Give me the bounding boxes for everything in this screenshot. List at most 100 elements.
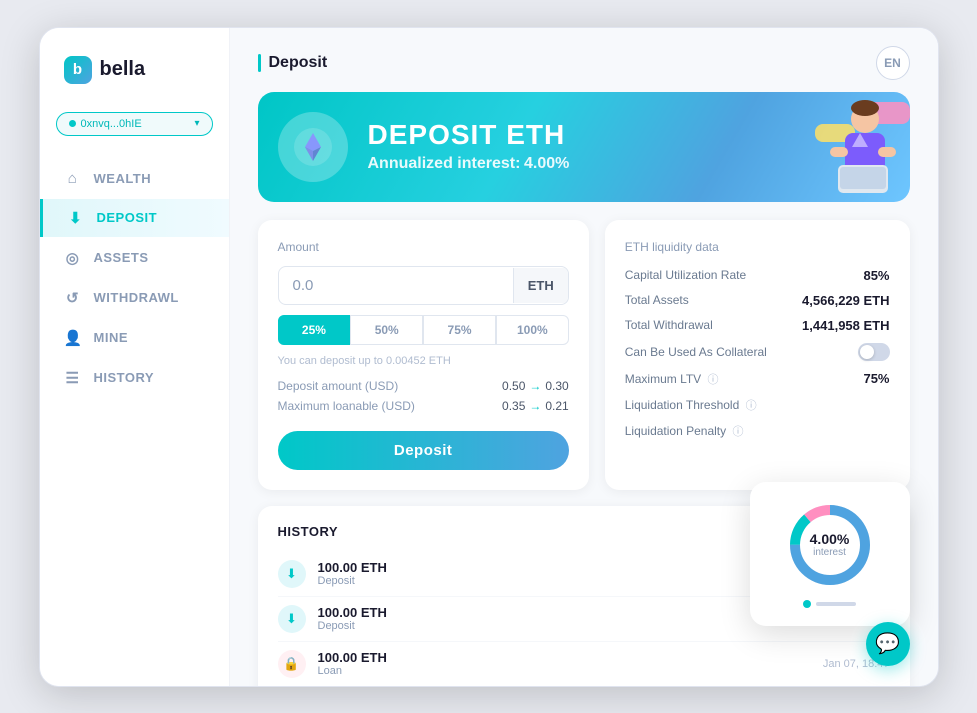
amount-input[interactable] [279, 267, 513, 304]
sidebar-item-wealth-label: WEALTH [94, 171, 152, 186]
eth-icon-circle [278, 112, 348, 182]
page-title: Deposit [258, 54, 328, 72]
deposit-hint: You can deposit up to 0.00452 ETH [278, 355, 569, 367]
liq-total-assets-row: Total Assets 4,566,229 ETH [625, 293, 890, 308]
deposit-panel: Amount ETH 25% 50% 75% 100% You can depo… [258, 220, 589, 490]
info-icon-penalty: ⓘ [732, 426, 743, 438]
deposit-amount-values: 0.50 → 0.30 [502, 379, 569, 393]
sidebar: b bella 0xnvq...0hIE ▾ ⌂ WEALTH ⬇ DEPOSI… [40, 28, 230, 686]
toggle-thumb [860, 345, 874, 359]
sidebar-item-mine-label: MINE [94, 330, 129, 345]
panels-row: Amount ETH 25% 50% 75% 100% You can depo… [258, 220, 910, 490]
history-item: 🔒 100.00 ETH Loan Jan 07, 18:47 [278, 642, 890, 686]
sidebar-item-history[interactable]: ☰ HISTORY [40, 359, 229, 397]
sidebar-item-history-label: HISTORY [94, 370, 155, 385]
sidebar-item-withdrawl[interactable]: ↺ WITHDRAWL [40, 279, 229, 317]
sidebar-item-mine[interactable]: 👤 MINE [40, 319, 229, 357]
hist-info-1: 100.00 ETH Deposit [318, 560, 811, 587]
sidebar-item-withdrawl-label: WITHDRAWL [94, 290, 179, 305]
amount-label: Amount [278, 240, 569, 254]
chat-icon: 💬 [875, 631, 900, 656]
banner-title: DEPOSIT ETH [368, 120, 750, 151]
banner-subtitle: Annualized interest: 4.00% [368, 155, 750, 173]
pct-50-button[interactable]: 50% [350, 315, 423, 345]
liq-liquidation-penalty-row: Liquidation Penalty ⓘ [625, 423, 890, 439]
pct-75-button[interactable]: 75% [423, 315, 496, 345]
liq-total-withdrawal-row: Total Withdrawal 1,441,958 ETH [625, 318, 890, 333]
logo: b bella [40, 56, 229, 112]
hist-amount-3: 100.00 ETH [318, 650, 811, 665]
home-icon: ⌂ [64, 170, 82, 187]
wallet-address: 0xnvq...0hIE [81, 118, 142, 130]
sidebar-item-wealth[interactable]: ⌂ WEALTH [40, 160, 229, 197]
banner-text: DEPOSIT ETH Annualized interest: 4.00% [368, 120, 750, 173]
hist-type-2: Deposit [318, 620, 811, 632]
arrow-icon: → [529, 379, 541, 393]
logo-text: bella [100, 58, 146, 81]
liq-max-ltv-label: Maximum LTV ⓘ [625, 371, 719, 387]
liq-total-assets-value: 4,566,229 ETH [802, 293, 889, 308]
wallet-dot [69, 120, 76, 127]
liq-max-ltv-row: Maximum LTV ⓘ 75% [625, 371, 890, 387]
banner-illustration [750, 92, 910, 202]
chevron-down-icon: ▾ [194, 118, 199, 129]
nav-menu: ⌂ WEALTH ⬇ DEPOSIT ◎ ASSETS ↺ WITHDRAWL … [40, 160, 229, 397]
hist-info-2: 100.00 ETH Deposit [318, 605, 811, 632]
donut-chart: 4.00% interest [785, 500, 875, 590]
app-container: b bella 0xnvq...0hIE ▾ ⌂ WEALTH ⬇ DEPOSI… [39, 27, 939, 687]
sidebar-item-deposit[interactable]: ⬇ DEPOSIT [40, 199, 229, 237]
amount-input-row: ETH [278, 266, 569, 305]
pct-100-button[interactable]: 100% [496, 315, 569, 345]
liq-liquidation-threshold-label: Liquidation Threshold ⓘ [625, 397, 757, 413]
deposit-amount-row: Deposit amount (USD) 0.50 → 0.30 [278, 379, 569, 393]
hist-type-3: Loan [318, 665, 811, 677]
deposit-button[interactable]: Deposit [278, 431, 569, 470]
logo-icon: b [64, 56, 92, 84]
pct-25-button[interactable]: 25% [278, 315, 351, 345]
deposit-banner: DEPOSIT ETH Annualized interest: 4.00% [258, 92, 910, 202]
hist-type-1: Deposit [318, 575, 811, 587]
language-button[interactable]: EN [876, 46, 910, 80]
deposit-history-icon: ⬇ [278, 560, 306, 588]
donut-popup: 4.00% interest [750, 482, 910, 626]
liq-total-withdrawal-value: 1,441,958 ETH [802, 318, 889, 333]
withdraw-icon: ↺ [64, 289, 82, 307]
liq-utilization-row: Capital Utilization Rate 85% [625, 268, 890, 283]
max-loanable-label: Maximum loanable (USD) [278, 399, 415, 413]
info-icon-ltv: ⓘ [708, 374, 719, 386]
liq-utilization-value: 85% [863, 268, 889, 283]
liquidity-title: ETH liquidity data [625, 240, 890, 254]
main-content-area: Deposit EN DEPOSIT ETH Annualized i [230, 28, 938, 686]
chat-button[interactable]: 💬 [866, 622, 910, 666]
percent-buttons: 25% 50% 75% 100% [278, 315, 569, 345]
sidebar-item-assets[interactable]: ◎ ASSETS [40, 239, 229, 277]
history-title: HISTORY [278, 524, 339, 539]
max-loanable-from: 0.35 [502, 399, 525, 413]
user-icon: 👤 [64, 329, 82, 347]
donut-label: 4.00% interest [810, 531, 850, 557]
liq-total-withdrawal-label: Total Withdrawal [625, 318, 713, 332]
collateral-toggle[interactable] [858, 343, 890, 361]
hist-info-3: 100.00 ETH Loan [318, 650, 811, 677]
max-loanable-row: Maximum loanable (USD) 0.35 → 0.21 [278, 399, 569, 413]
arrow-icon-2: → [529, 399, 541, 413]
liq-collateral-label: Can Be Used As Collateral [625, 345, 767, 359]
liq-utilization-label: Capital Utilization Rate [625, 268, 746, 282]
history-icon: ☰ [64, 369, 82, 387]
liq-collateral-row: Can Be Used As Collateral [625, 343, 890, 361]
deposit-amount-label: Deposit amount (USD) [278, 379, 399, 393]
liq-total-assets-label: Total Assets [625, 293, 689, 307]
donut-percent: 4.00% [810, 531, 850, 546]
donut-legend [803, 600, 856, 608]
info-icon-threshold: ⓘ [746, 400, 757, 412]
liq-liquidation-penalty-label: Liquidation Penalty ⓘ [625, 423, 744, 439]
wallet-badge[interactable]: 0xnvq...0hIE ▾ [56, 112, 213, 136]
sidebar-item-deposit-label: DEPOSIT [97, 210, 158, 225]
deposit-history-icon-2: ⬇ [278, 605, 306, 633]
liq-liquidation-threshold-row: Liquidation Threshold ⓘ [625, 397, 890, 413]
deposit-amount-from: 0.50 [502, 379, 525, 393]
loan-history-icon-1: 🔒 [278, 650, 306, 678]
sidebar-item-assets-label: ASSETS [94, 250, 149, 265]
main-header: Deposit EN [230, 28, 938, 92]
hist-amount-1: 100.00 ETH [318, 560, 811, 575]
